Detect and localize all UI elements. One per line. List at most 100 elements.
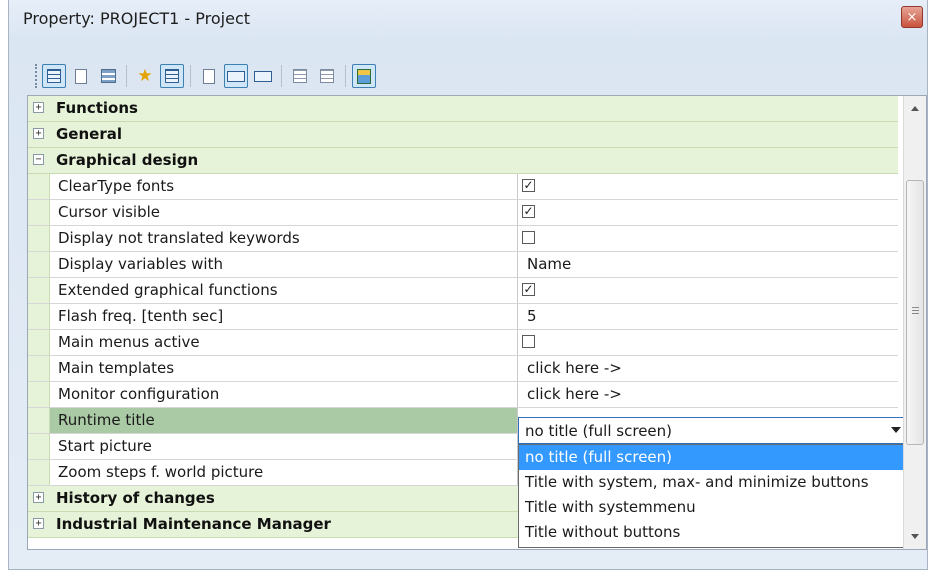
dropdown-option-no-title[interactable]: no title (full screen): [519, 445, 909, 470]
category-label: Industrial Maintenance Manager: [56, 515, 331, 533]
property-name: Zoom steps f. world picture: [50, 460, 518, 485]
row-gutter: [28, 382, 50, 407]
dropdown-option-title-with-buttons[interactable]: Title with system, max- and minimize but…: [519, 470, 909, 495]
expand-icon[interactable]: +: [33, 128, 44, 139]
grid-view-icon: [47, 69, 61, 83]
toolbar-button-list[interactable]: [288, 64, 312, 88]
row-gutter: [28, 252, 50, 277]
row-gutter: [28, 408, 50, 433]
title-bar[interactable]: Property: PROJECT1 - Project ×: [9, 0, 927, 38]
toolbar-separator: [345, 65, 346, 87]
combo-icon: [254, 70, 272, 82]
row-gutter: [28, 460, 50, 485]
toolbar-button-calculator[interactable]: [352, 64, 376, 88]
list-icon: [320, 69, 334, 83]
toolbar-button-page-2[interactable]: [197, 64, 221, 88]
expand-icon[interactable]: +: [33, 518, 44, 529]
property-row-extended-graphical[interactable]: Extended graphical functions ✓: [28, 278, 898, 304]
property-value[interactable]: Name: [519, 252, 898, 277]
property-name: Display variables with: [50, 252, 518, 277]
row-gutter: [28, 434, 50, 459]
property-row-main-menus-active[interactable]: Main menus active: [28, 330, 898, 356]
monitor-configuration-link[interactable]: click here ->: [519, 382, 898, 407]
category-general[interactable]: + General: [28, 122, 898, 148]
property-name: Main templates: [50, 356, 518, 381]
category-functions[interactable]: + Functions: [28, 96, 898, 122]
property-name: Flash freq. [tenth sec]: [50, 304, 518, 329]
property-name: Main menus active: [50, 330, 518, 355]
row-gutter: [28, 278, 50, 303]
toolbar-button-list-2[interactable]: [315, 64, 339, 88]
toolbar-button-combo-2[interactable]: [251, 64, 275, 88]
toolbar-button-rows[interactable]: [96, 64, 120, 88]
property-name: Monitor configuration: [50, 382, 518, 407]
runtime-title-dropdown: no title (full screen) Title with system…: [518, 444, 910, 548]
chevron-down-icon[interactable]: [891, 427, 901, 433]
page-icon: [75, 68, 87, 84]
category-label: Functions: [56, 99, 138, 117]
grip-icon: [912, 307, 919, 316]
rows-icon: [100, 69, 116, 83]
main-templates-link[interactable]: click here ->: [519, 356, 898, 381]
property-name: ClearType fonts: [50, 174, 518, 199]
runtime-title-select[interactable]: no title (full screen): [518, 417, 910, 444]
property-row-display-variables-with[interactable]: Display variables with Name: [28, 252, 898, 278]
vertical-scrollbar[interactable]: [903, 96, 926, 549]
toolbar-separator: [126, 65, 127, 87]
property-row-flash-freq[interactable]: Flash freq. [tenth sec] 5: [28, 304, 898, 330]
toolbar-button-grid-select[interactable]: [160, 64, 184, 88]
scrollbar-thumb[interactable]: [906, 180, 924, 445]
window-title: Property: PROJECT1 - Project: [23, 9, 251, 28]
category-label: General: [56, 125, 122, 143]
property-row-display-not-translated[interactable]: Display not translated keywords: [28, 226, 898, 252]
property-name: Display not translated keywords: [50, 226, 518, 251]
toolbar-button-grid-view[interactable]: [42, 64, 66, 88]
property-row-monitor-configuration[interactable]: Monitor configuration click here ->: [28, 382, 898, 408]
property-row-cleartype-fonts[interactable]: ClearType fonts ✓: [28, 174, 898, 200]
toolbar-grip[interactable]: [35, 64, 38, 88]
toolbar-separator: [190, 65, 191, 87]
close-icon: ×: [906, 9, 918, 25]
scroll-up-icon[interactable]: [911, 106, 919, 111]
property-name: Start picture: [50, 434, 518, 459]
property-value[interactable]: 5: [519, 304, 898, 329]
list-icon: [293, 69, 307, 83]
row-gutter: [28, 330, 50, 355]
property-grid: + Functions + General − Graphical design…: [27, 95, 927, 550]
close-button[interactable]: ×: [901, 6, 923, 28]
toolbar-button-page[interactable]: [69, 64, 93, 88]
scroll-down-icon[interactable]: [911, 534, 919, 539]
toolbar-separator: [281, 65, 282, 87]
extended-graphical-checkbox[interactable]: ✓: [522, 283, 535, 296]
dropdown-option-title-without-buttons[interactable]: Title without buttons: [519, 520, 909, 545]
runtime-title-value: no title (full screen): [525, 422, 673, 440]
cursor-visible-checkbox[interactable]: ✓: [522, 205, 535, 218]
property-name: Extended graphical functions: [50, 278, 518, 303]
property-row-main-templates[interactable]: Main templates click here ->: [28, 356, 898, 382]
collapse-icon[interactable]: −: [33, 154, 44, 165]
row-gutter: [28, 304, 50, 329]
cleartype-fonts-checkbox[interactable]: ✓: [522, 179, 535, 192]
toolbar-button-favorites[interactable]: ★: [133, 64, 157, 88]
favorites-star-icon: ★: [137, 65, 153, 86]
property-row-cursor-visible[interactable]: Cursor visible ✓: [28, 200, 898, 226]
page-icon: [203, 68, 215, 84]
display-not-translated-checkbox[interactable]: [522, 231, 535, 244]
expand-icon[interactable]: +: [33, 102, 44, 113]
row-gutter: [28, 174, 50, 199]
row-gutter: [28, 356, 50, 381]
combo-icon: [227, 70, 245, 82]
toolbar: ★: [35, 60, 395, 92]
property-name: Cursor visible: [50, 200, 518, 225]
category-graphical-design[interactable]: − Graphical design: [28, 148, 898, 174]
dropdown-option-title-with-systemmenu[interactable]: Title with systemmenu: [519, 495, 909, 520]
property-window: Property: PROJECT1 - Project × ★ + Funct…: [8, 0, 928, 570]
property-name: Runtime title: [50, 408, 518, 433]
category-label: Graphical design: [56, 151, 199, 169]
toolbar-button-combo[interactable]: [224, 64, 248, 88]
expand-icon[interactable]: +: [33, 492, 44, 503]
row-gutter: [28, 226, 50, 251]
main-menus-active-checkbox[interactable]: [522, 335, 535, 348]
grid-select-icon: [165, 69, 179, 83]
calculator-icon: [357, 68, 371, 84]
